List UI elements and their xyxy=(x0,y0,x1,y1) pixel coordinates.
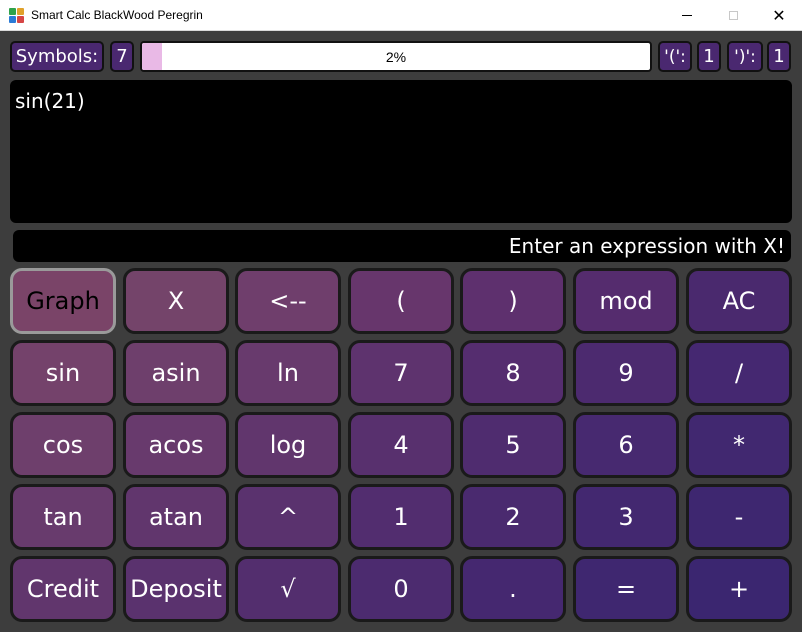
asin-button[interactable]: asin xyxy=(123,340,229,406)
cos-button[interactable]: cos xyxy=(10,412,116,478)
symbols-progress-bar: 2% xyxy=(140,41,652,72)
close-paren-label: ')': xyxy=(727,41,763,72)
atan-button[interactable]: atan xyxy=(123,484,229,550)
divide-button[interactable]: / xyxy=(686,340,792,406)
symbols-count: 7 xyxy=(110,41,134,72)
progress-percent: 2% xyxy=(385,48,407,65)
tan-button[interactable]: tan xyxy=(10,484,116,550)
digit-9-button[interactable]: 9 xyxy=(573,340,679,406)
digit-2-button[interactable]: 2 xyxy=(460,484,566,550)
add-button[interactable]: + xyxy=(686,556,792,622)
digit-8-button[interactable]: 8 xyxy=(460,340,566,406)
x-variable-button[interactable]: X xyxy=(123,268,229,334)
power-button[interactable]: ^ xyxy=(235,484,341,550)
credit-button[interactable]: Credit xyxy=(10,556,116,622)
close-icon[interactable]: ✕ xyxy=(756,0,802,30)
equals-button[interactable]: = xyxy=(573,556,679,622)
digit-5-button[interactable]: 5 xyxy=(460,412,566,478)
app-icon xyxy=(9,8,24,23)
multiply-button[interactable]: * xyxy=(686,412,792,478)
digit-3-button[interactable]: 3 xyxy=(573,484,679,550)
deposit-button[interactable]: Deposit xyxy=(123,556,229,622)
minimize-icon[interactable] xyxy=(664,0,710,30)
maximize-icon[interactable] xyxy=(710,0,756,30)
decimal-point-button[interactable]: . xyxy=(460,556,566,622)
close-paren-count: 1 xyxy=(767,41,791,72)
ln-button[interactable]: ln xyxy=(235,340,341,406)
digit-0-button[interactable]: 0 xyxy=(348,556,454,622)
digit-4-button[interactable]: 4 xyxy=(348,412,454,478)
graph-button[interactable]: Graph xyxy=(10,268,116,334)
open-paren-count: 1 xyxy=(697,41,721,72)
sqrt-button[interactable]: √ xyxy=(235,556,341,622)
clear-all-button[interactable]: AC xyxy=(686,268,792,334)
symbols-label: Symbols: xyxy=(10,41,104,72)
backspace-button[interactable]: <-- xyxy=(235,268,341,334)
mod-button[interactable]: mod xyxy=(573,268,679,334)
sin-button[interactable]: sin xyxy=(10,340,116,406)
title-bar: Smart Calc BlackWood Peregrin ✕ xyxy=(0,0,802,31)
digit-1-button[interactable]: 1 xyxy=(348,484,454,550)
close-paren-button[interactable]: ) xyxy=(460,268,566,334)
digit-6-button[interactable]: 6 xyxy=(573,412,679,478)
open-paren-label: '(': xyxy=(658,41,692,72)
status-message: Enter an expression with X! xyxy=(13,230,791,262)
open-paren-button[interactable]: ( xyxy=(348,268,454,334)
window-title: Smart Calc BlackWood Peregrin xyxy=(31,8,203,22)
log-button[interactable]: log xyxy=(235,412,341,478)
subtract-button[interactable]: - xyxy=(686,484,792,550)
digit-7-button[interactable]: 7 xyxy=(348,340,454,406)
acos-button[interactable]: acos xyxy=(123,412,229,478)
expression-input[interactable]: sin(21) xyxy=(10,80,792,223)
